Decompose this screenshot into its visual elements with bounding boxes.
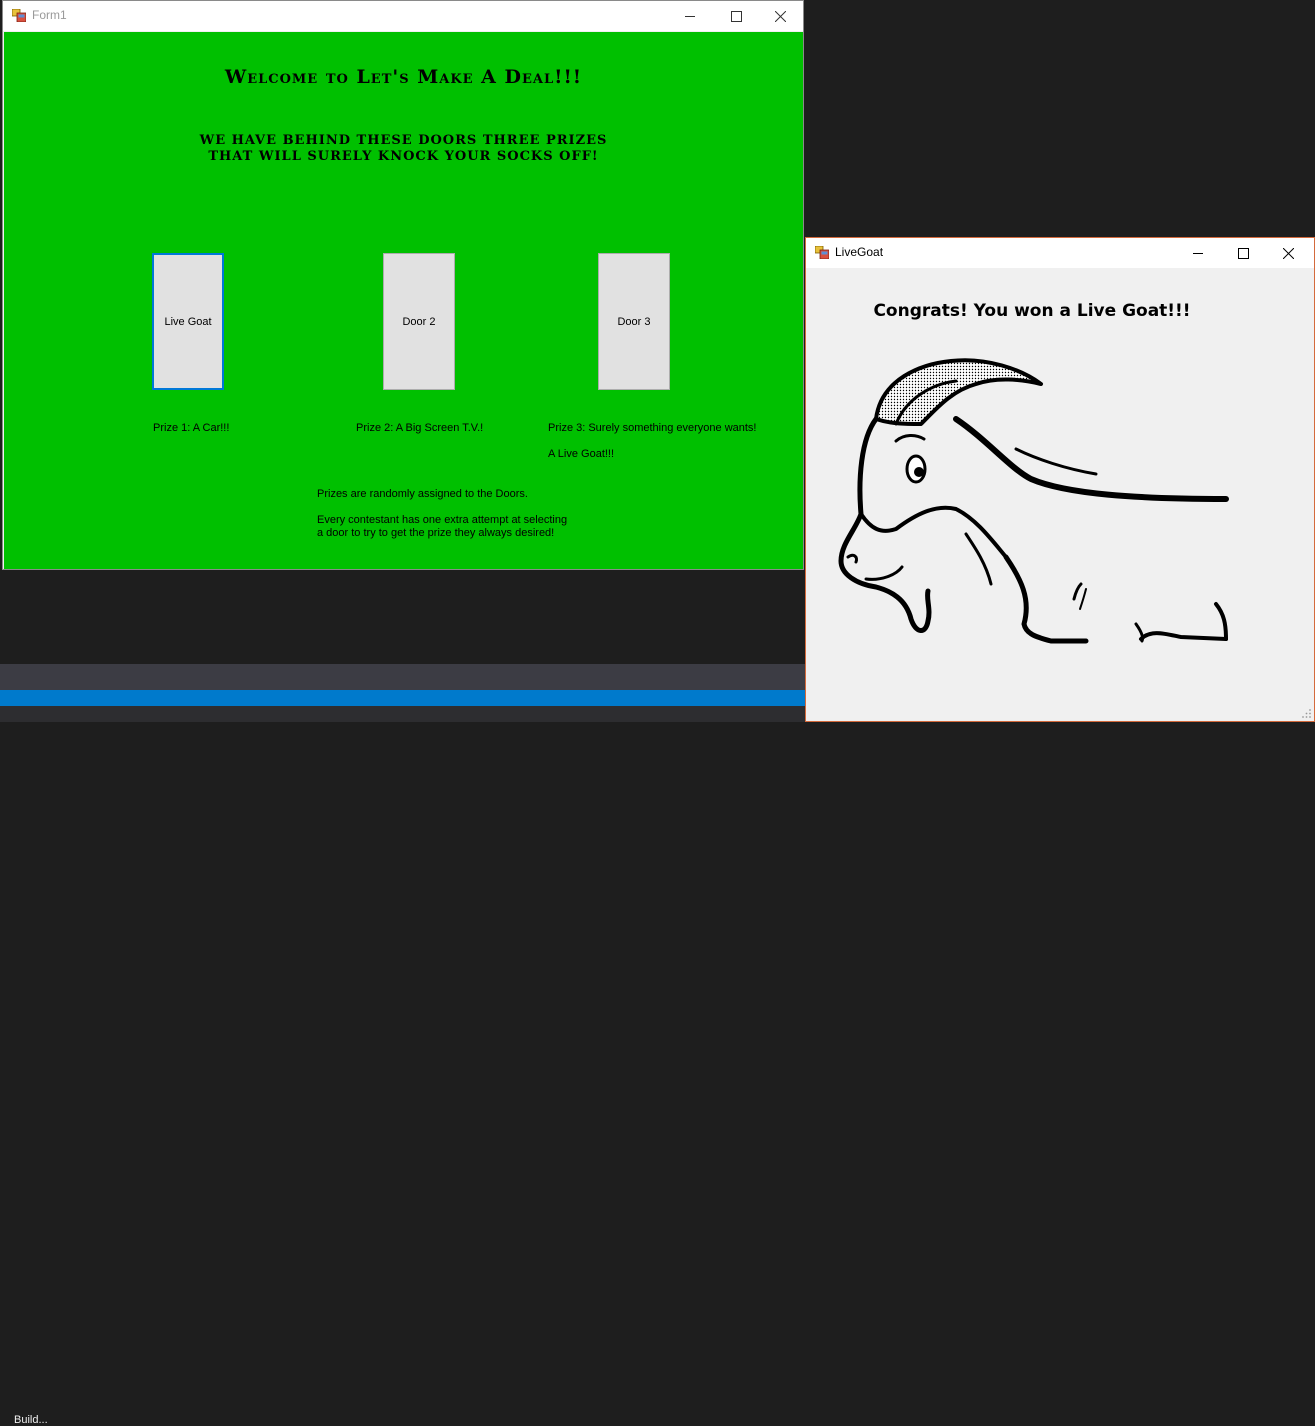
prizes-subheading: We have behind these doors three prizes … (4, 133, 803, 165)
prize-3-label: Prize 3: Surely something everyone wants… (548, 422, 757, 434)
minimize-button[interactable] (1175, 238, 1221, 268)
form1-title: Form1 (32, 8, 67, 22)
maximize-button[interactable] (1220, 238, 1266, 268)
app-icon (815, 246, 829, 259)
maximize-button[interactable] (713, 1, 759, 31)
form1-window: Form1 Welcome to Let's Make A Deal!!! We… (2, 0, 804, 570)
prize-2-label: Prize 2: A Big Screen T.V.! (356, 422, 484, 434)
ide-status-text: Build... (14, 1414, 48, 1426)
subheading-line-2: that will surely knock your socks off! (208, 149, 599, 164)
door-3-button[interactable]: Door 3 (598, 253, 670, 390)
info-label-random: Prizes are randomly assigned to the Door… (317, 488, 528, 500)
minimize-icon (1192, 252, 1203, 254)
subheading-line-1: We have behind these doors three prizes (199, 133, 608, 148)
maximize-icon (1237, 247, 1249, 259)
livegoat-titlebar[interactable]: LiveGoat (806, 238, 1314, 268)
goat-picture (838, 358, 1229, 644)
livegoat-window: LiveGoat Congrats! You won a Live Goat!!… (805, 237, 1315, 722)
welcome-heading: Welcome to Let's Make A Deal!!! (224, 66, 583, 88)
minimize-button[interactable] (667, 1, 713, 31)
congrats-message: Congrats! You won a Live Goat!!! (873, 301, 1191, 321)
info-label-attempt-2: a door to try to get the prize they alwa… (317, 527, 555, 539)
close-button[interactable] (757, 1, 803, 31)
close-button[interactable] (1265, 238, 1311, 268)
form1-titlebar[interactable]: Form1 (3, 1, 803, 31)
minimize-icon (684, 15, 695, 17)
ide-output-panel: Build... (0, 706, 805, 1426)
app-icon (12, 9, 26, 22)
livegoat-title: LiveGoat (835, 245, 884, 259)
maximize-icon (730, 10, 742, 22)
close-icon (774, 10, 786, 22)
ide-status-bar (0, 690, 805, 706)
prize-3-detail-label: A Live Goat!!! (548, 448, 615, 460)
form1-client-area: Welcome to Let's Make A Deal!!! We have … (4, 32, 803, 569)
door-1-button[interactable]: Live Goat (152, 253, 224, 390)
close-icon (1282, 247, 1294, 259)
resize-grip-icon[interactable] (1302, 709, 1312, 719)
livegoat-client-area: Congrats! You won a Live Goat!!! (806, 269, 1314, 721)
prize-1-label: Prize 1: A Car!!! (153, 422, 230, 434)
info-label-attempt-1: Every contestant has one extra attempt a… (317, 514, 568, 526)
door-2-button[interactable]: Door 2 (383, 253, 455, 390)
